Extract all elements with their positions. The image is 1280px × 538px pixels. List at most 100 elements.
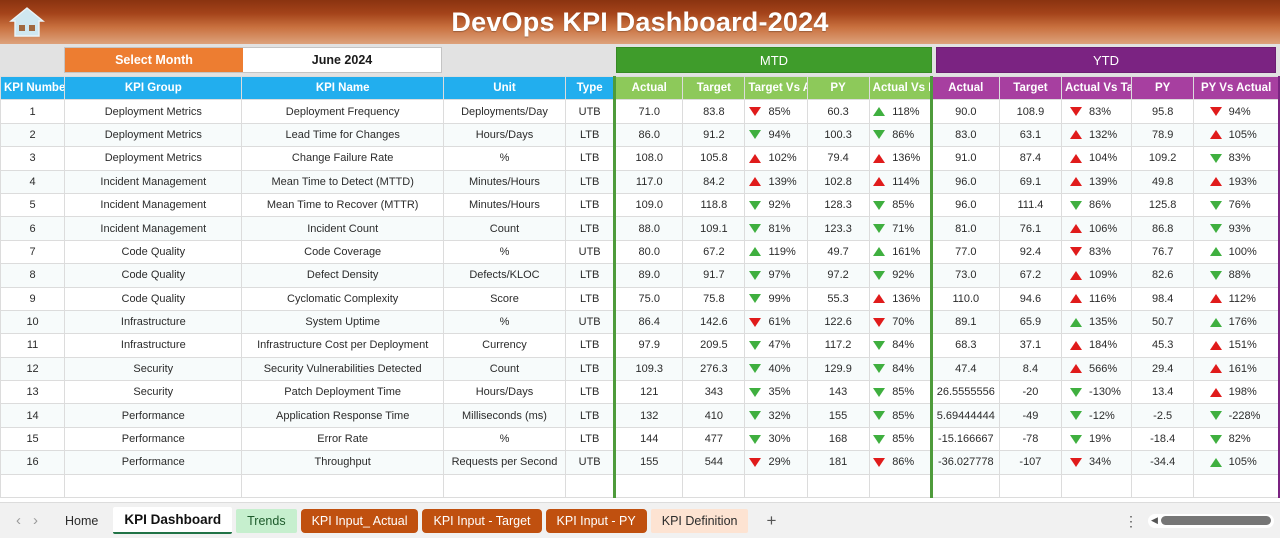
cell-ytd-py: 78.9 [1131,122,1195,148]
trend-down-icon [1070,247,1083,257]
col-mtd-py[interactable]: PY [806,75,870,101]
sheet-tab-kpi-dashboard[interactable]: KPI Dashboard [113,507,233,534]
table-row[interactable]: 14 Performance Application Response Time Mi… [0,403,1280,428]
cell-ytd-actual-vs-target: 135% [1060,309,1133,335]
cell-mtd-target-vs-actual-value: 92% [768,199,791,212]
cell-ytd-py-vs-actual: -228% [1193,403,1280,428]
col-ytd-py[interactable]: PY [1131,75,1195,101]
cell-ytd-py: 125.8 [1131,192,1195,218]
scrollbar-thumb[interactable] [1160,516,1271,525]
cell-ytd-target: -49 [998,403,1062,428]
table-row[interactable]: 2 Deployment Metrics Lead Time for Changes… [0,122,1280,148]
sheet-tab-trends[interactable]: Trends [236,508,297,533]
cell-mtd-target: 109.1 [682,216,746,241]
cell-type: LTB [565,146,617,171]
col-ytd-actual-vs-target[interactable]: Actual Vs Target [1060,75,1133,101]
cell-kpi-name: Lead Time for Changes [241,122,444,148]
cell-kpi-group: Deployment Metrics [64,146,243,171]
table-row[interactable]: 9 Code Quality Cyclomatic Complexity Score L… [0,286,1280,311]
cell-ytd-py: 109.2 [1131,146,1195,171]
cell-kpi-number: 14 [0,403,66,428]
cell-ytd-py-vs-actual: 105% [1193,122,1280,148]
sheet-tab-kpi-input-py[interactable]: KPI Input - PY [545,508,647,533]
table-row[interactable]: 12 Security Security Vulnerabilities Detec… [0,356,1280,382]
col-ytd-actual[interactable]: Actual [930,75,1000,101]
more-options-icon[interactable]: ⋮ [1124,514,1138,528]
col-kpi-group[interactable]: KPI Group [64,75,243,101]
trend-up-icon [1209,364,1222,374]
table-row[interactable]: 10 Infrastructure System Uptime% UTB 86.4 142… [0,309,1280,335]
cell-ytd-py: -18.4 [1131,426,1195,452]
table-row[interactable] [0,473,1280,499]
trend-down-icon [749,317,762,327]
cell-type: LTB [565,403,617,428]
sheet-tab-kpi-input-target[interactable]: KPI Input - Target [422,508,542,533]
table-row[interactable]: 15 Performance Error Rate% LTB 144 477 30% 168 8… [0,426,1280,452]
cell-ytd-actual-vs-target: 109% [1060,263,1133,288]
select-month-label: Select Month [65,48,243,72]
col-kpi-number[interactable]: KPI Number [0,75,66,101]
table-row[interactable]: 4 Incident Management Mean Time to Detect … [0,169,1280,194]
cell-mtd-py: 97.2 [806,263,870,288]
table-header-row: KPI Number KPI Group KPI Name Unit Type … [0,75,1280,101]
sheet-nav-arrows[interactable]: ‹ › [6,513,54,528]
table-row[interactable]: 13 Security Patch Deployment Time Hours/Day… [0,380,1280,405]
cell-unit: Count [442,216,567,241]
col-unit[interactable]: Unit [442,75,567,101]
cell-type: LTB [565,380,617,405]
cell-empty [613,473,684,499]
cell-unit: Hours/Days [442,122,567,148]
col-mtd-target[interactable]: Target [682,75,746,101]
cell-mtd-target-vs-actual-value: 139% [768,175,797,188]
table-row[interactable]: 7 Code Quality Code Coverage% UTB 80.0 67.2 11… [0,239,1280,265]
next-sheet-icon[interactable]: › [33,513,38,528]
col-mtd-actual-vs-py[interactable]: Actual Vs PY [868,75,933,101]
cell-mtd-target-vs-actual: 94% [744,122,808,148]
cell-unit: % [442,146,567,171]
table-row[interactable]: 5 Incident Management Mean Time to Recover… [0,192,1280,218]
sheet-tab-kpi-input-actual[interactable]: KPI Input_ Actual [300,508,419,533]
prev-sheet-icon[interactable]: ‹ [16,513,21,528]
col-ytd-target[interactable]: Target [998,75,1062,101]
month-selector[interactable]: Select Month June 2024 [64,47,442,73]
cell-mtd-target-vs-actual-value: 97% [768,269,791,282]
col-kpi-name[interactable]: KPI Name [241,75,444,101]
cell-ytd-actual-vs-target: 34% [1060,450,1133,475]
cell-mtd-target-vs-actual: 40% [744,356,808,382]
col-type[interactable]: Type [565,75,617,101]
cell-kpi-group: Incident Management [64,169,243,194]
trend-down-icon [873,387,886,397]
cell-empty [998,473,1062,499]
cell-ytd-target: 65.9 [998,309,1062,335]
cell-mtd-actual-vs-py-value: 85% [892,199,915,212]
cell-ytd-actual: 83.0 [930,122,1000,148]
add-sheet-button[interactable]: + [752,511,790,531]
scroll-left-icon[interactable]: ◀ [1151,515,1158,526]
trend-down-icon [1209,434,1222,444]
home-icon[interactable] [8,4,46,40]
sheet-tab-kpi-definition[interactable]: KPI Definition [650,508,749,533]
sheet-tab-home[interactable]: Home [54,509,109,533]
selected-month-value[interactable]: June 2024 [243,48,441,72]
horizontal-scrollbar[interactable]: ◀ [1148,513,1274,528]
cell-ytd-py-vs-actual: 151% [1193,333,1280,358]
table-row[interactable]: 11 Infrastructure Infrastructure Cost per … [0,333,1280,358]
cell-ytd-target: 92.4 [998,239,1062,265]
trend-down-icon [749,387,762,397]
cell-ytd-py: 50.7 [1131,309,1195,335]
cell-mtd-py: 60.3 [806,99,870,124]
col-mtd-target-vs-actual[interactable]: Target Vs Actual [744,75,808,101]
table-row[interactable]: 6 Incident Management Incident Count Count L… [0,216,1280,241]
table-row[interactable]: 8 Code Quality Defect Density Defects/KLOC L… [0,263,1280,288]
cell-kpi-group: Infrastructure [64,309,243,335]
col-ytd-py-vs-actual[interactable]: PY Vs Actual [1193,75,1280,101]
cell-kpi-name: Application Response Time [241,403,444,428]
cell-kpi-group: Deployment Metrics [64,122,243,148]
trend-up-icon [749,177,762,187]
table-row[interactable]: 1 Deployment Metrics Deployment Frequency D… [0,99,1280,124]
table-row[interactable]: 16 Performance Throughput Requests per Seco… [0,450,1280,475]
col-mtd-actual[interactable]: Actual [613,75,684,101]
trend-up-icon [873,177,886,187]
table-row[interactable]: 3 Deployment Metrics Change Failure Rate% L… [0,146,1280,171]
cell-ytd-actual: 96.0 [930,169,1000,194]
